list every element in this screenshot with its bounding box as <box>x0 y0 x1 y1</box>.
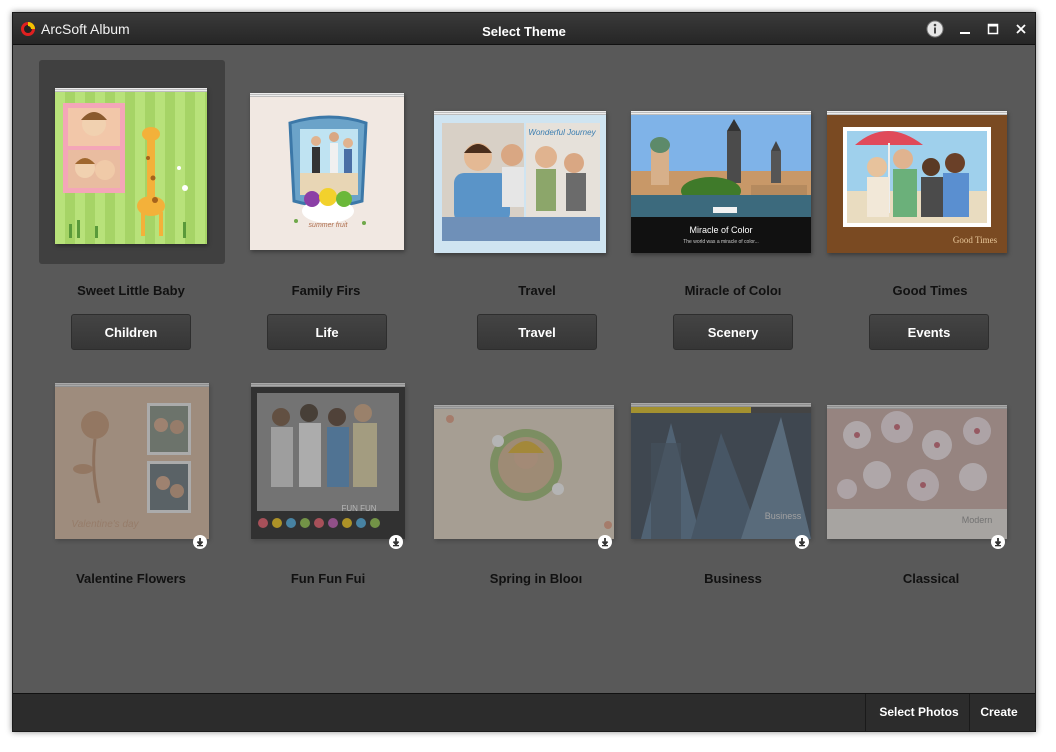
theme-cover[interactable]: Valentine's day <box>55 383 209 539</box>
cover-text: Business <box>765 511 802 521</box>
category-button-life[interactable]: Life <box>267 314 387 350</box>
theme-name: Classical <box>902 571 960 586</box>
scenery-cover-art: Miracle of Color The world was a miracle… <box>631 115 811 253</box>
theme-name: Spring in Blooı <box>489 571 583 586</box>
info-icon <box>926 20 944 38</box>
category-button-children[interactable]: Children <box>71 314 191 350</box>
theme-cover[interactable]: Modern <box>827 405 1007 539</box>
theme-name: Fun Fun Fui <box>290 571 366 586</box>
download-icon <box>392 538 400 547</box>
family-cover-art: summer fruit <box>288 115 368 229</box>
theme-name: Good Times <box>892 283 968 298</box>
theme-cover[interactable]: Business <box>631 403 811 539</box>
fun-cover-art: FUN FUN <box>257 393 399 528</box>
download-button[interactable] <box>389 535 403 549</box>
toolbar-divider <box>969 694 970 731</box>
download-button[interactable] <box>795 535 809 549</box>
theme-name: Valentine Flowers <box>76 571 186 586</box>
maximize-button[interactable] <box>983 19 1003 39</box>
travel-cover-art: Wonderful Journey <box>442 123 600 241</box>
theme-cover[interactable] <box>55 88 207 244</box>
minimize-button[interactable] <box>955 19 975 39</box>
cover-title-text: Good Times <box>953 235 998 245</box>
info-button[interactable] <box>925 19 945 39</box>
download-button[interactable] <box>193 535 207 549</box>
theme-name: Miracle of Coloı <box>684 283 782 298</box>
cover-title-text: Miracle of Color <box>689 225 752 235</box>
window-title: Select Theme <box>482 24 566 39</box>
cover-sub-text: The world was a miracle of color... <box>683 239 759 245</box>
classical-cover-art: Modern <box>827 409 1007 525</box>
toolbar-divider <box>865 694 866 731</box>
download-icon <box>798 538 806 547</box>
theme-cover[interactable] <box>434 405 614 539</box>
theme-cover[interactable]: Miracle of Color The world was a miracle… <box>631 111 811 253</box>
baby-cover-art <box>63 103 188 238</box>
close-icon <box>1016 24 1026 34</box>
maximize-icon <box>987 23 999 35</box>
close-button[interactable] <box>1011 19 1031 39</box>
category-button-events[interactable]: Events <box>869 314 989 350</box>
minimize-icon <box>960 32 970 34</box>
business-cover-art: Business <box>631 407 811 539</box>
cover-script-text: Valentine's day <box>71 519 139 530</box>
theme-cover[interactable]: Wonderful Journey <box>434 111 606 253</box>
svg-text:summer fruit: summer fruit <box>309 222 349 229</box>
create-button[interactable]: Create <box>973 694 1025 731</box>
download-icon <box>601 538 609 547</box>
cover-text: FUN FUN <box>341 504 376 513</box>
download-button[interactable] <box>598 535 612 549</box>
download-button[interactable] <box>991 535 1005 549</box>
theme-cover[interactable]: Good Times <box>827 111 1007 253</box>
app-window: ArcSoft Album Select Theme Sweet Little … <box>12 12 1036 732</box>
theme-name: Business <box>704 571 762 586</box>
events-cover-art: Good Times <box>843 127 998 245</box>
cover-text: Modern <box>962 515 993 525</box>
theme-name: Sweet Little Baby <box>77 283 185 298</box>
bottom-toolbar: Select Photos Create <box>13 693 1035 731</box>
download-icon <box>994 538 1002 547</box>
theme-name: Travel <box>518 283 556 298</box>
select-photos-button[interactable]: Select Photos <box>871 694 967 731</box>
valentine-cover-art: Valentine's day <box>71 403 191 530</box>
theme-cover[interactable]: FUN FUN <box>251 383 405 539</box>
theme-name: Family Firs <box>291 283 361 298</box>
category-button-scenery[interactable]: Scenery <box>673 314 793 350</box>
category-button-travel[interactable]: Travel <box>477 314 597 350</box>
download-icon <box>196 538 204 547</box>
title-bar[interactable]: ArcSoft Album Select Theme <box>13 13 1035 45</box>
fun-dots-strip <box>258 518 380 528</box>
theme-cover[interactable]: summer fruit <box>250 93 404 250</box>
cover-script-text: Wonderful Journey <box>528 128 596 137</box>
spring-cover-art <box>446 415 612 529</box>
